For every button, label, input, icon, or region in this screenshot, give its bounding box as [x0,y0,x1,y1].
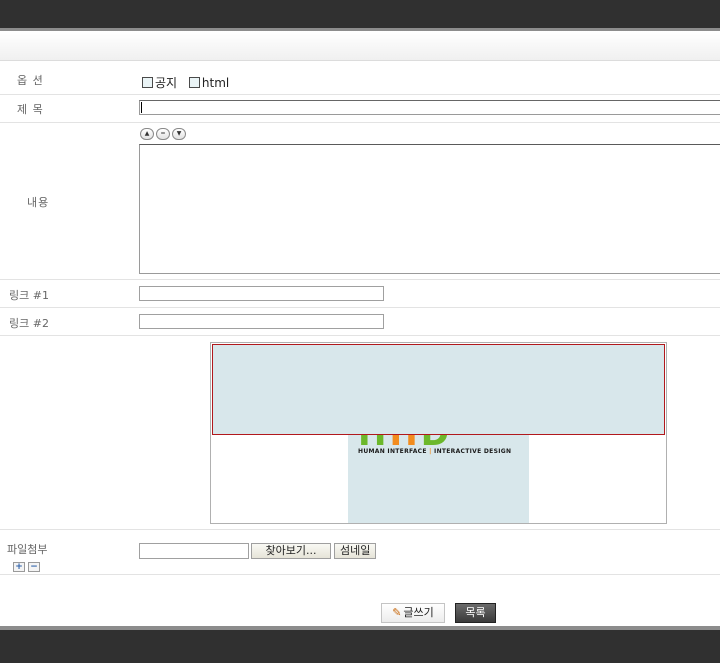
notice-option-label: 공지 [155,76,178,90]
file-path-input[interactable] [139,543,249,559]
write-button[interactable]: ✎ 글쓰기 [381,603,445,623]
link2-label: 링크 #2 [9,317,49,330]
html-checkbox[interactable] [188,77,200,88]
pencil-icon: ✎ [392,606,402,619]
option-checkboxes: 공지 html [142,74,237,91]
logo-tagline: HUMAN INTERFACE | INTERACTIVE DESIGN [358,448,512,455]
link2-input[interactable] [139,314,384,329]
expand-down-button[interactable]: ▼ [172,128,186,140]
hiid-logo: HIID HUMAN INTERFACE | INTERACTIVE DESIG… [348,423,529,523]
text-caret [141,102,142,113]
preview-overlay-panel [212,344,665,435]
list-button[interactable]: 목록 [455,603,496,623]
expand-up-button[interactable]: ▲ [140,128,154,140]
link2-row: 링크 #2 [0,308,720,336]
thumbnail-button[interactable]: 섬네일 [334,543,377,559]
link1-label: 링크 #1 [9,289,49,302]
content-row: 내용 ▲ = ▼ [0,123,720,280]
add-file-button[interactable]: + [13,562,25,572]
attachment-count-controls: + − [13,558,43,572]
attachment-row: 파일첨부 + − 찾아보기... 섬네일 [0,530,720,575]
notice-option[interactable]: 공지 [142,74,177,91]
remove-file-button[interactable]: − [28,562,40,572]
html-option-label: html [201,76,230,90]
file-controls: 찾아보기... 섬네일 [139,543,377,559]
link1-row: 링크 #1 [0,280,720,308]
subject-input[interactable] [139,100,720,115]
form-header-strip [0,31,720,61]
browse-button[interactable]: 찾아보기... [251,543,331,559]
link1-input[interactable] [139,286,384,301]
subject-label: 제 목 [17,103,44,116]
notice-checkbox[interactable] [142,77,153,88]
content-textarea[interactable] [139,144,720,274]
footer-bar [0,630,720,663]
reset-size-button[interactable]: = [156,128,170,140]
write-button-label: 글쓰기 [403,606,434,619]
attachment-label: 파일첨부 [7,543,48,556]
image-preview: HIID HUMAN INTERFACE | INTERACTIVE DESIG… [210,342,667,524]
top-bar [0,0,720,28]
subject-row: 제 목 [0,95,720,123]
content-size-controls: ▲ = ▼ [140,128,188,142]
option-row: 옵 션 공지 html [0,66,720,95]
content-label: 내용 [27,196,50,209]
html-option[interactable]: html [188,76,230,90]
option-label: 옵 션 [17,74,44,87]
